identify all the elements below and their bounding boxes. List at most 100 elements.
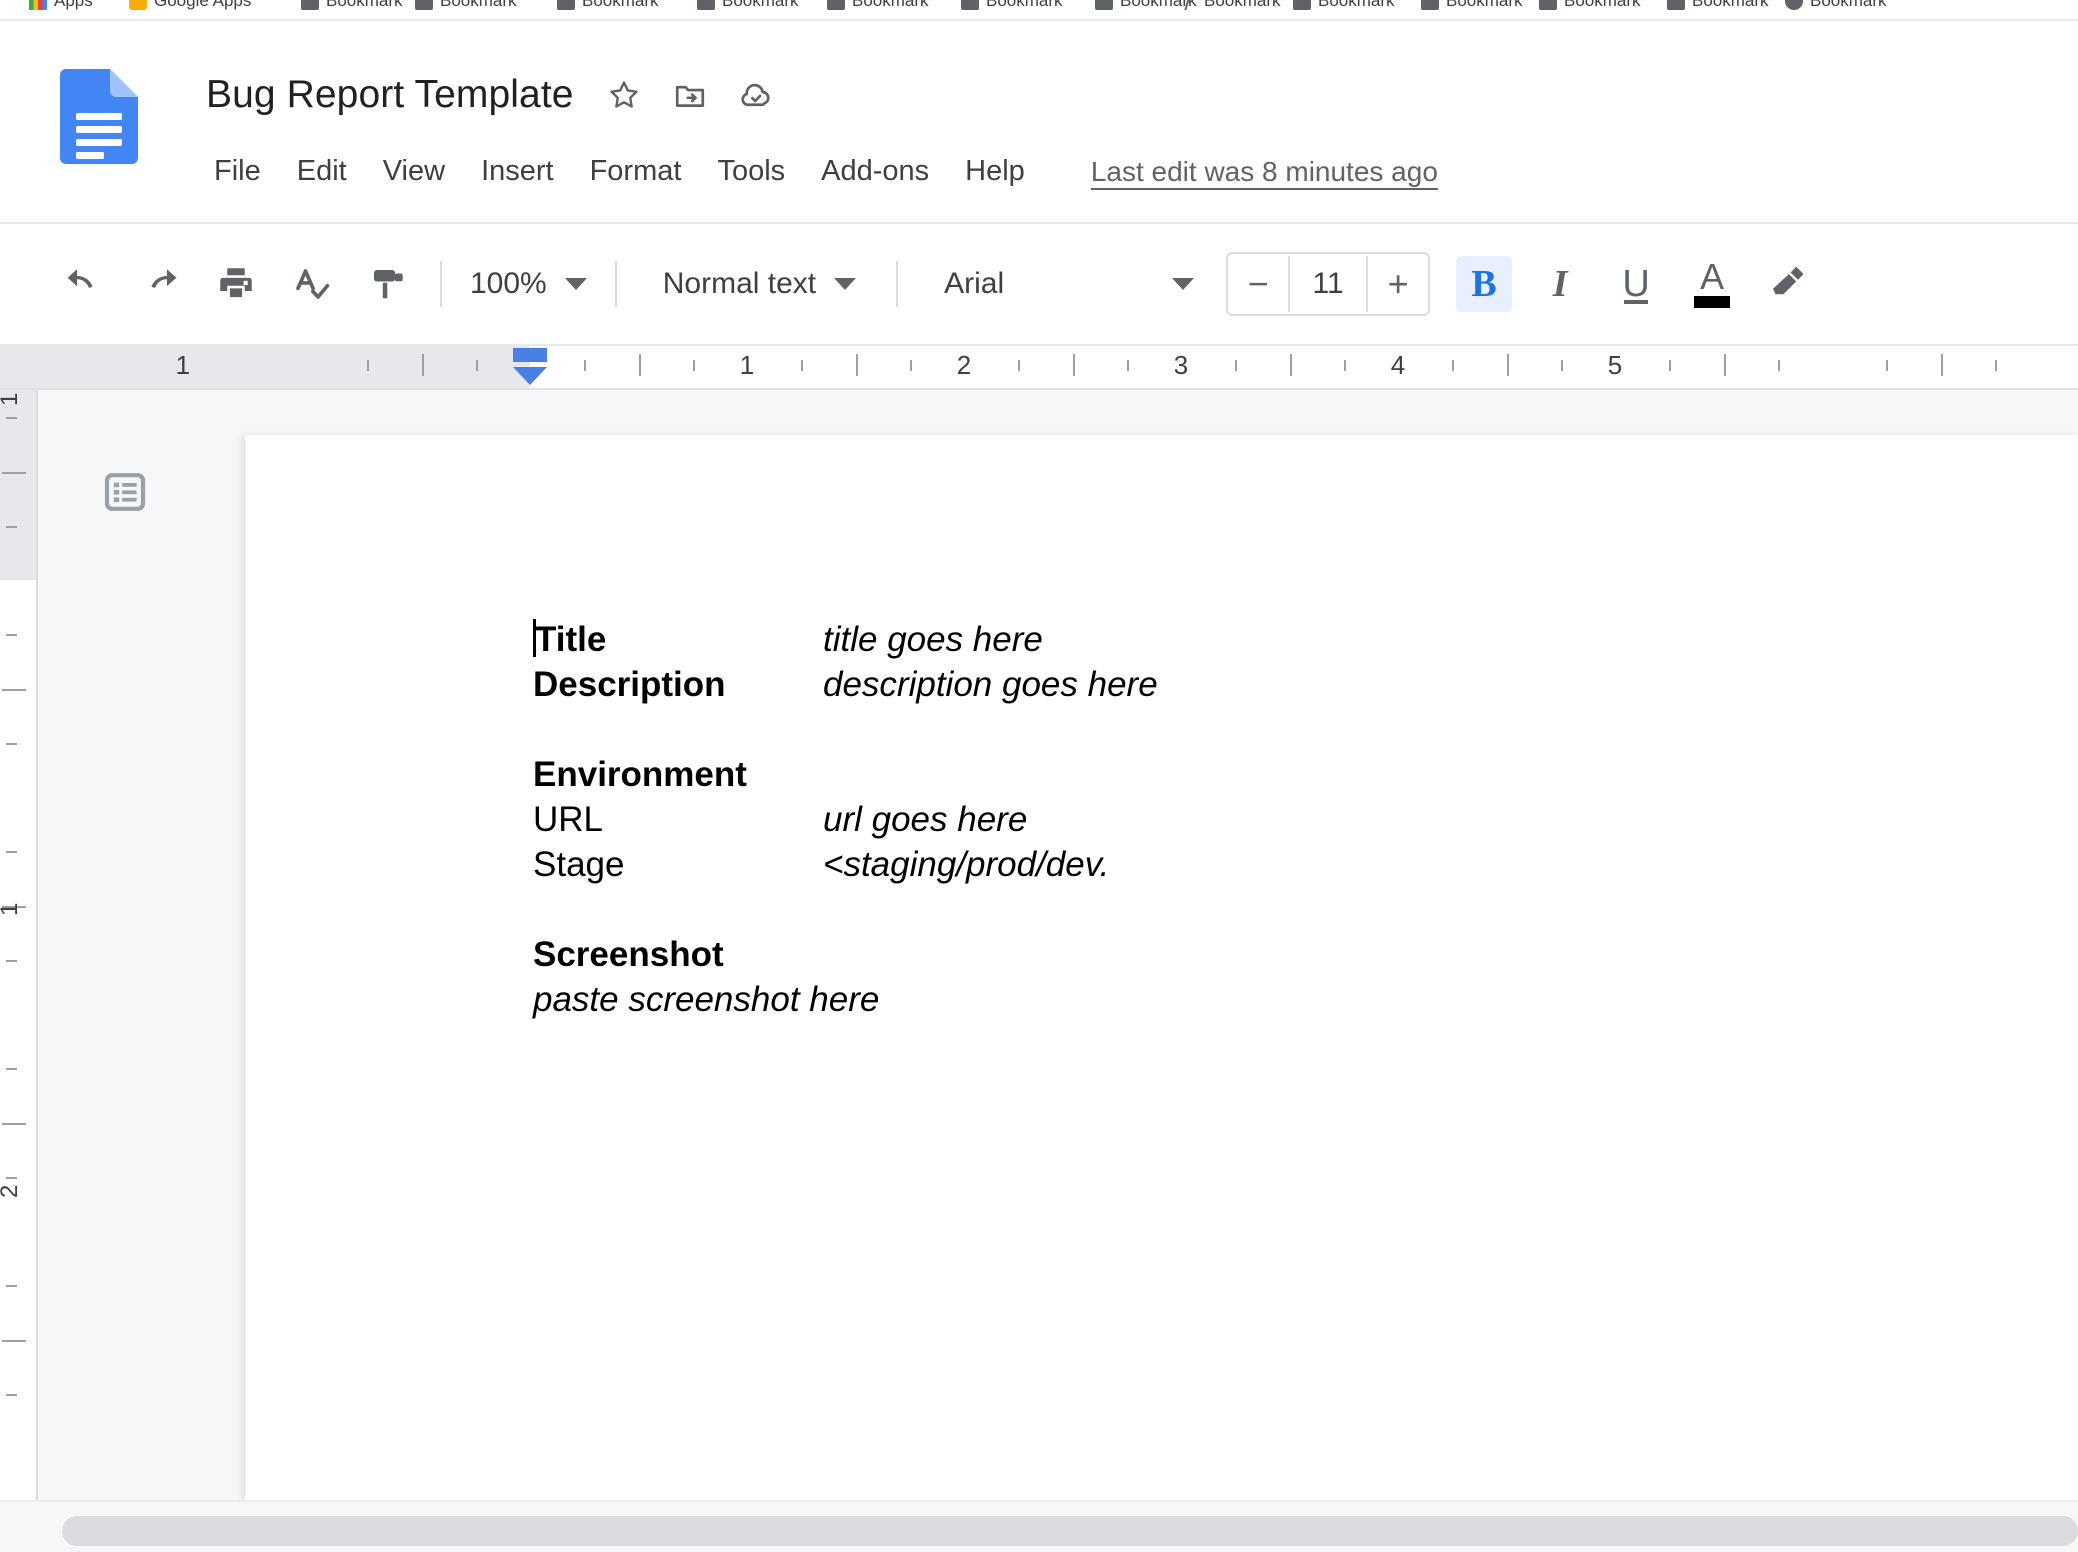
- bookmark-item[interactable]: Bookmark: [404, 0, 546, 18]
- cloud-saved-icon[interactable]: [734, 73, 778, 117]
- ruler-tick: [1452, 360, 1454, 371]
- bookmark-label: Bookmark: [722, 0, 799, 11]
- move-to-folder-icon[interactable]: [668, 73, 712, 117]
- bookmark-item[interactable]: Bookmark: [1410, 0, 1528, 18]
- font-size-decrease-button[interactable]: −: [1228, 256, 1288, 312]
- bookmark-label: Bookmark: [1810, 0, 1887, 11]
- horizontal-scrollbar-track[interactable]: [0, 1500, 2078, 1552]
- ruler-tick: [584, 360, 586, 371]
- toolbar-separator: [615, 261, 617, 307]
- page-icon: [1539, 0, 1557, 10]
- bookmark-label: Bookmark: [326, 0, 403, 11]
- doc-field-row[interactable]: Stage<staging/prod/dev.: [533, 842, 1933, 887]
- bookmark-item[interactable]: Bookmark: [1282, 0, 1410, 18]
- spelling-check-icon[interactable]: [284, 256, 340, 312]
- ruler-tick: [367, 360, 369, 371]
- doc-placeholder-text[interactable]: paste screenshot here: [533, 977, 1933, 1022]
- vertical-ruler[interactable]: 112: [0, 390, 38, 1500]
- underline-button[interactable]: U: [1608, 256, 1664, 312]
- horizontal-ruler[interactable]: 112345: [0, 346, 2078, 388]
- ruler-number: 1: [740, 350, 754, 381]
- bookmark-item[interactable]: Bookmark: [1528, 0, 1656, 18]
- ruler-tick: [1995, 360, 1997, 371]
- bookmark-label: Bookmark: [1318, 0, 1395, 11]
- bookmark-item[interactable]: Bookmark: [546, 0, 686, 18]
- paint-format-icon[interactable]: [360, 256, 416, 312]
- redo-icon[interactable]: [132, 256, 188, 312]
- bookmark-label: Bookmark: [986, 0, 1063, 11]
- text-color-button[interactable]: A: [1684, 256, 1740, 312]
- ruler-number: 1: [0, 903, 24, 916]
- bookmark-item[interactable]: Bookmark: [686, 0, 816, 18]
- zoom-dropdown[interactable]: 100%: [456, 256, 601, 312]
- doc-field-value: description goes here: [823, 662, 1158, 707]
- bookmark-item[interactable]: Bookmark: [1168, 0, 1282, 18]
- doc-heading[interactable]: Screenshot: [533, 932, 1933, 977]
- round-icon: [1785, 0, 1803, 10]
- ruler-tick: [6, 634, 17, 636]
- indent-triangle: [513, 367, 547, 385]
- font-family-dropdown[interactable]: Arial: [930, 256, 1208, 312]
- italic-button[interactable]: I: [1532, 256, 1588, 312]
- menu-item-edit[interactable]: Edit: [279, 149, 365, 194]
- bookmark-item[interactable]: Bookmark: [816, 0, 950, 18]
- undo-icon[interactable]: [56, 256, 112, 312]
- menu-item-insert[interactable]: Insert: [463, 149, 572, 194]
- menu-item-help[interactable]: Help: [947, 149, 1043, 194]
- bookmark-label: Google Apps: [154, 0, 251, 11]
- ruler-tick: [2, 689, 26, 691]
- left-indent-marker[interactable]: [513, 348, 547, 385]
- highlighter-icon[interactable]: [1758, 256, 1814, 312]
- doc-field-row[interactable]: Titletitle goes here: [533, 617, 1933, 662]
- menu-item-file[interactable]: File: [196, 149, 279, 194]
- menu-item-view[interactable]: View: [365, 149, 463, 194]
- ruler-tick: [693, 360, 695, 371]
- bookmark-label: Bookmark: [582, 0, 659, 11]
- apps-grid-icon: [29, 0, 47, 10]
- doc-field-row[interactable]: URLurl goes here: [533, 797, 1933, 842]
- bookmark-item[interactable]: Bookmark: [950, 0, 1084, 18]
- text-color-label: A: [1700, 260, 1724, 294]
- ruler-number: 4: [1391, 350, 1405, 381]
- doc-field-label: Description: [533, 662, 823, 707]
- menu-item-format[interactable]: Format: [572, 149, 700, 194]
- page-icon: [415, 0, 433, 10]
- font-size-increase-button[interactable]: +: [1368, 256, 1428, 312]
- doc-heading[interactable]: Environment: [533, 752, 1933, 797]
- print-icon[interactable]: [208, 256, 264, 312]
- underline-label: U: [1622, 263, 1649, 306]
- document-outline-icon[interactable]: [98, 465, 152, 519]
- bookmark-item[interactable]: Bookmark: [1084, 0, 1168, 18]
- docs-header: Bug Report Template FileE: [0, 21, 2078, 221]
- bookmark-label: Bookmark: [1446, 0, 1523, 11]
- bold-button[interactable]: B: [1456, 256, 1512, 312]
- slash-icon: [1179, 0, 1197, 10]
- bookmark-label: Bookmark: [440, 0, 517, 11]
- ruler-tick: [1561, 360, 1563, 371]
- text-color-icon: A: [1694, 260, 1730, 308]
- paragraph-style-dropdown[interactable]: Normal text: [649, 256, 870, 312]
- bookmark-item[interactable]: Google Apps: [118, 0, 290, 18]
- font-size-input[interactable]: 11: [1290, 256, 1366, 312]
- text-color-swatch: [1694, 296, 1730, 308]
- last-edit-status[interactable]: Last edit was 8 minutes ago: [1091, 156, 1438, 188]
- star-icon[interactable]: [602, 73, 646, 117]
- document-page[interactable]: Titletitle goes hereDescriptiondescripti…: [245, 435, 2078, 1500]
- horizontal-scrollbar-thumb[interactable]: [62, 1516, 2078, 1546]
- bookmark-item[interactable]: Bookmark: [1656, 0, 1774, 18]
- document-title[interactable]: Bug Report Template: [200, 71, 580, 119]
- bookmark-item[interactable]: Bookmark: [1774, 0, 1836, 18]
- page-icon: [1095, 0, 1113, 10]
- document-text-body[interactable]: Titletitle goes hereDescriptiondescripti…: [533, 617, 1933, 1022]
- menu-item-add-ons[interactable]: Add-ons: [803, 149, 947, 194]
- ruler-tick: [1018, 360, 1020, 371]
- google-docs-logo[interactable]: [60, 69, 138, 164]
- ruler-number: 1: [176, 350, 190, 381]
- zoom-value: 100%: [470, 267, 547, 301]
- doc-field-row[interactable]: Descriptiondescription goes here: [533, 662, 1933, 707]
- bookmark-item[interactable]: Bookmark: [290, 0, 404, 18]
- menu-item-tools[interactable]: Tools: [699, 149, 803, 194]
- italic-label: I: [1553, 262, 1568, 306]
- page-icon: [1667, 0, 1685, 10]
- bookmark-item[interactable]: Apps: [18, 0, 118, 18]
